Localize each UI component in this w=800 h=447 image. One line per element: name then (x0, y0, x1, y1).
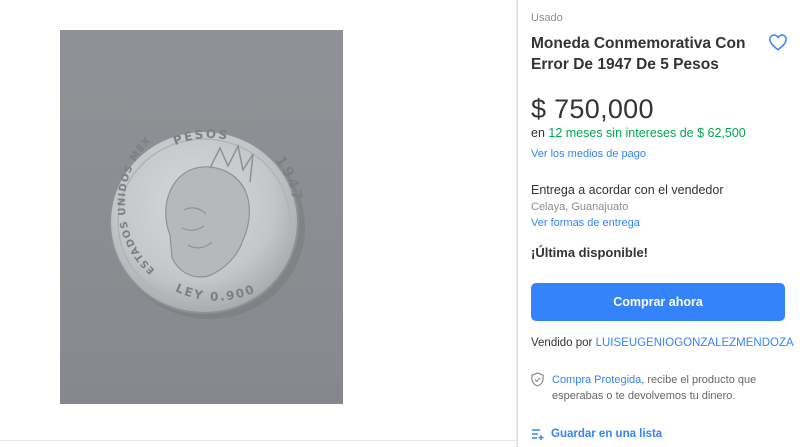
seller-location: Celaya, Guanajuato (531, 201, 629, 213)
purchase-protection: Compra Protegida, recibe el producto que… (552, 372, 792, 404)
stock-status: ¡Última disponible! (531, 245, 648, 260)
product-title: Moneda Conmemorativa Con Error De 1947 D… (531, 35, 746, 73)
payment-methods-link[interactable]: Ver los medios de pago (531, 148, 646, 160)
seller-name-link[interactable]: LUISEUGENIOGONZALEZMENDOZA (596, 337, 794, 349)
purchase-box: Usado Moneda Conmemorativa Con Error De … (517, 0, 800, 447)
seller-prefix: Vendido por (531, 337, 593, 349)
installments-highlight: 12 meses sin intereses de $ 62,500 (548, 126, 746, 140)
seller-info: Vendido por LUISEUGENIOGONZALEZMENDOZA (531, 337, 794, 349)
save-to-list-link[interactable]: Guardar en una lista (551, 428, 662, 440)
coin-image: PESOS ESTADOS UNIDOS MEXICANOS LEY 0.900… (60, 30, 305, 319)
list-add-icon (532, 429, 544, 440)
delivery-info: Entrega a acordar con el vendedor (531, 183, 724, 197)
buy-now-button[interactable]: Comprar ahora (531, 283, 785, 321)
delivery-options-link[interactable]: Ver formas de entrega (531, 217, 640, 229)
product-photo[interactable]: PESOS ESTADOS UNIDOS MEXICANOS LEY 0.900… (60, 30, 343, 404)
installments-prefix: en (531, 126, 545, 140)
item-condition: Usado (531, 12, 563, 24)
installments-info: en 12 meses sin intereses de $ 62,500 (531, 126, 746, 140)
product-price: $ 750,000 (531, 94, 654, 124)
divider (0, 440, 516, 441)
protected-purchase-link[interactable]: Compra Protegida (552, 374, 641, 386)
heart-outline-icon[interactable] (768, 33, 788, 51)
product-gallery: PESOS ESTADOS UNIDOS MEXICANOS LEY 0.900… (0, 0, 516, 447)
shield-icon (531, 372, 544, 387)
